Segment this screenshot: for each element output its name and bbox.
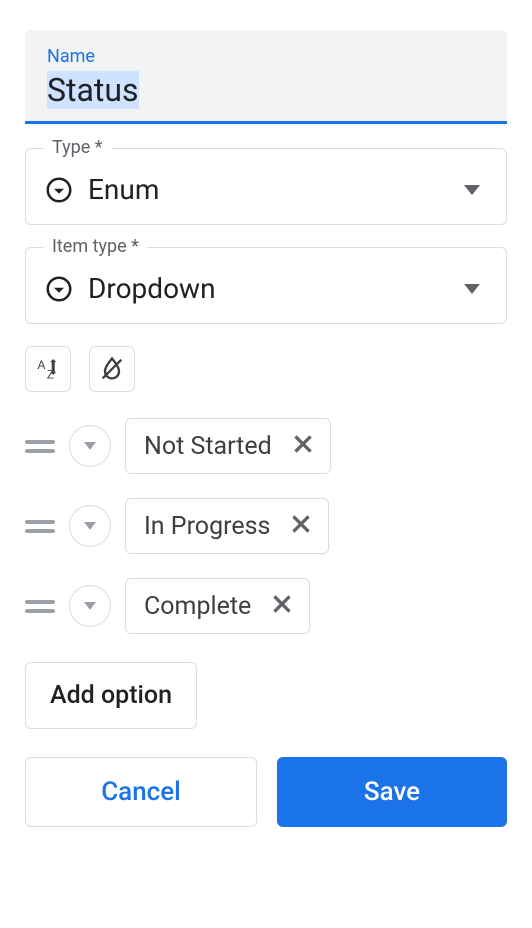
drag-handle-icon[interactable] [25,440,55,453]
item-type-select-value: Dropdown [88,272,216,305]
type-select-label: Type * [44,137,111,158]
item-type-select[interactable]: Item type * Dropdown [25,247,507,324]
save-button[interactable]: Save [277,757,507,827]
drag-handle-icon[interactable] [25,600,55,613]
drag-handle-icon[interactable] [25,520,55,533]
colorblind-toggle-button[interactable] [89,346,135,392]
option-color-dropdown[interactable] [69,585,111,627]
options-toolbar: A Z [25,346,507,392]
remove-option-button[interactable] [290,431,316,461]
enum-options-list: Not Started In Progress [25,418,507,634]
remove-option-button[interactable] [269,591,295,621]
enum-option-chip[interactable]: Not Started [125,418,331,474]
sort-alpha-button[interactable]: A Z [25,346,71,392]
enum-option-row: Complete [25,578,507,634]
dropdown-type-icon [44,274,74,304]
enum-option-row: Not Started [25,418,507,474]
svg-text:A: A [38,359,46,372]
name-input-field[interactable]: Name Status [25,30,507,124]
enum-option-row: In Progress [25,498,507,554]
name-field-value[interactable]: Status [47,71,139,109]
dialog-footer: Cancel Save [25,757,507,827]
cancel-button[interactable]: Cancel [25,757,257,827]
enum-option-label: Complete [144,592,251,621]
enum-option-chip[interactable]: In Progress [125,498,329,554]
remove-option-button[interactable] [288,511,314,541]
option-color-dropdown[interactable] [69,505,111,547]
name-field-label: Name [47,46,485,67]
chevron-down-icon [464,185,480,195]
enum-option-chip[interactable]: Complete [125,578,310,634]
enum-option-label: In Progress [144,512,270,541]
enum-type-icon [44,175,74,205]
enum-option-label: Not Started [144,432,272,461]
chevron-down-icon [464,284,480,294]
type-select[interactable]: Type * Enum [25,148,507,225]
option-color-dropdown[interactable] [69,425,111,467]
item-type-select-label: Item type * [44,236,147,257]
type-select-value: Enum [88,173,159,206]
add-option-button[interactable]: Add option [25,662,197,729]
